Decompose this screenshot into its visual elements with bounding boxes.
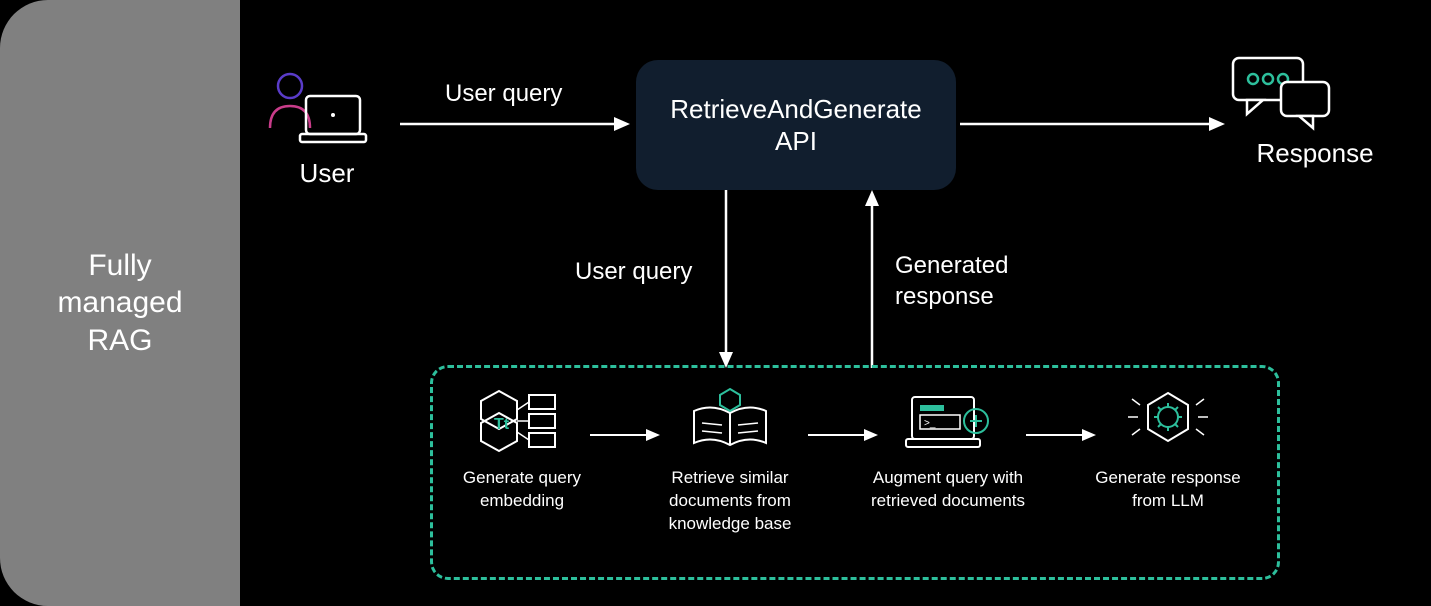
llm-gear-icon bbox=[1078, 385, 1258, 457]
arrow-api-down bbox=[714, 190, 738, 368]
pipeline-step-generate: Generate response from LLM bbox=[1078, 385, 1258, 513]
pipeline-step-retrieve: Retrieve similar documents from knowledg… bbox=[640, 385, 820, 536]
node-response: Response bbox=[1225, 52, 1405, 169]
user-laptop-icon bbox=[262, 70, 392, 150]
response-label: Response bbox=[1225, 138, 1405, 169]
node-user: User bbox=[262, 70, 392, 189]
pipeline-step-augment: >_ Augment query with retrieved document… bbox=[858, 385, 1038, 513]
arrow-step-1-2 bbox=[590, 425, 660, 445]
api-box: RetrieveAndGenerate API bbox=[636, 60, 956, 190]
pipeline-step-label: Augment query with retrieved documents bbox=[858, 467, 1038, 513]
sidebar-fully-managed-rag: Fully managed RAG bbox=[0, 0, 240, 606]
api-box-line2: API bbox=[775, 125, 817, 158]
pipeline-step-label: Retrieve similar documents from knowledg… bbox=[640, 467, 820, 536]
embedding-icon: Tt bbox=[432, 385, 612, 457]
arrow-api-down-label: User query bbox=[575, 258, 692, 286]
arrow-user-to-api-label: User query bbox=[445, 80, 562, 108]
pipeline-step-embedding: Tt Generate query embedding bbox=[432, 385, 612, 513]
arrow-pipeline-up-label: Generated response bbox=[895, 250, 1008, 312]
user-label: User bbox=[262, 158, 392, 189]
book-retrieve-icon bbox=[640, 385, 820, 457]
arrow-user-to-api bbox=[400, 112, 630, 136]
svg-text:>_: >_ bbox=[924, 418, 936, 429]
api-box-line1: RetrieveAndGenerate bbox=[670, 93, 921, 126]
arrow-pipeline-up bbox=[860, 190, 884, 368]
arrow-step-3-4 bbox=[1026, 425, 1096, 445]
arrow-api-to-response bbox=[960, 112, 1225, 136]
arrow-step-2-3 bbox=[808, 425, 878, 445]
sidebar-title: Fully managed RAG bbox=[57, 247, 182, 360]
svg-text:Tt: Tt bbox=[494, 416, 510, 433]
pipeline-step-label: Generate query embedding bbox=[432, 467, 612, 513]
augment-icon: >_ bbox=[858, 385, 1038, 457]
chat-response-icon bbox=[1225, 52, 1405, 132]
pipeline-step-label: Generate response from LLM bbox=[1078, 467, 1258, 513]
